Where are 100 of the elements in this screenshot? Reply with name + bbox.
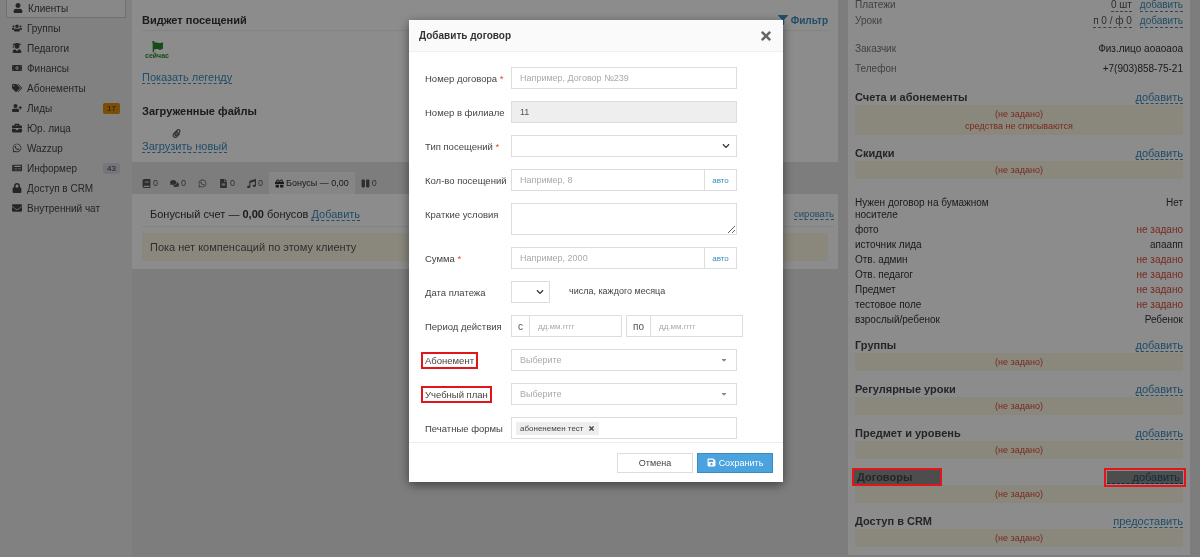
add-link[interactable]: предоставить <box>1113 514 1183 528</box>
sidebar-item[interactable]: Юр. лица <box>6 118 126 138</box>
field-label: Предмет <box>855 283 896 296</box>
sidebar-item[interactable]: Педагоги <box>6 38 126 58</box>
field-label: Сумма * <box>425 253 462 264</box>
tab[interactable]: 0 <box>164 172 193 194</box>
add-link[interactable]: добавить <box>1135 338 1183 352</box>
auto-button[interactable]: авто <box>704 170 736 190</box>
field-label: Кол-во посещений <box>425 175 507 186</box>
day-select[interactable] <box>511 281 550 303</box>
field-label: взрослый/ребенок <box>855 313 940 326</box>
field-label: фото <box>855 223 879 236</box>
field-value: не задано <box>1136 253 1183 266</box>
chat-bubble-icon <box>12 143 22 153</box>
field-label: Отв. педагог <box>855 268 914 281</box>
tab[interactable]: 0 <box>354 172 383 194</box>
to-label: по <box>626 315 651 337</box>
sidebar-item[interactable]: Информер 43 <box>6 158 126 178</box>
tab[interactable]: 0 <box>136 172 164 194</box>
lock-icon <box>12 183 22 193</box>
upload-link[interactable]: Загрузить новый <box>142 140 228 153</box>
section-title: Группы <box>854 338 898 352</box>
sidebar-item[interactable]: Внутренний чат <box>6 198 126 218</box>
contact-label: Телефон <box>855 63 897 75</box>
tab[interactable]: 0 <box>241 172 270 194</box>
bonus-text: Бонусный счет — 0,00 бонусов Добавить <box>150 208 361 220</box>
date-input[interactable]: дд.мм.гггг <box>651 315 743 337</box>
graduate-icon <box>12 43 22 53</box>
section-title: Доступ в CRM <box>854 514 933 528</box>
field-label: Тип посещений * <box>425 141 500 152</box>
sidebar-item[interactable]: Лиды 17 <box>6 98 126 118</box>
field-value: Ребенок <box>1144 313 1183 326</box>
add-link[interactable]: добавить <box>1135 146 1183 160</box>
empty-notice: (не задано) средства не списываются <box>855 105 1183 135</box>
section-title: Виджет посещений <box>142 14 247 26</box>
stat-label: Уроки <box>855 14 882 27</box>
sidebar-item[interactable]: Доступ в CRM <box>6 178 126 198</box>
add-link[interactable]: добавить <box>1139 14 1183 28</box>
cancel-button[interactable]: Отмена <box>617 452 693 473</box>
user-icon <box>13 3 23 13</box>
add-link[interactable]: добавить <box>1135 382 1183 396</box>
input-field[interactable]: Например, 8 авто <box>511 169 737 191</box>
add-link[interactable]: добавить <box>1135 90 1183 104</box>
section-title: Регулярные уроки <box>854 382 957 396</box>
close-icon[interactable] <box>759 28 773 43</box>
empty-notice: (не задано) <box>855 353 1183 371</box>
sidebar-item[interactable]: Wazzup <box>6 138 126 158</box>
sidebar-item[interactable]: Группы <box>6 18 126 38</box>
comments-icon <box>170 178 179 188</box>
tab[interactable]: Бонусы — 0,00 <box>269 172 355 194</box>
modal-title: Добавить договор <box>419 30 512 41</box>
empty-notice: (не задано) <box>855 529 1183 547</box>
save-button[interactable]: Сохранить <box>697 452 773 473</box>
sidebar-item[interactable]: Абонементы <box>6 78 126 98</box>
money-icon <box>12 63 22 73</box>
field-value: не задано <box>1136 283 1183 296</box>
briefcase-icon <box>12 123 22 133</box>
field-value: Нет <box>1165 196 1183 209</box>
select-field[interactable] <box>511 135 737 157</box>
caret-down-icon <box>720 356 728 364</box>
from-label: с <box>511 315 530 337</box>
sidebar-item[interactable]: Клиенты <box>6 0 126 18</box>
textarea-field[interactable] <box>511 203 737 235</box>
tab[interactable]: 0 <box>213 172 242 194</box>
stat-value[interactable]: 0 шт <box>1110 0 1132 12</box>
remove-icon[interactable] <box>587 424 595 432</box>
select-field[interactable]: Выберите <box>511 383 737 405</box>
field-label: Печатные формы <box>425 423 503 434</box>
sidebar-item[interactable]: Финансы <box>6 58 126 78</box>
tag-chip[interactable]: абоненемен тест <box>516 421 599 435</box>
field-label: Учебный план <box>421 386 492 403</box>
auto-button[interactable]: авто <box>704 248 736 268</box>
music-icon <box>247 178 257 188</box>
chevron-down-icon <box>722 142 730 150</box>
add-link[interactable]: добавить <box>1135 426 1183 440</box>
newspaper-icon <box>12 163 22 173</box>
stat-value[interactable]: п 0 / ф 0 <box>1093 14 1132 28</box>
file-icon <box>219 178 229 188</box>
date-input[interactable]: дд.мм.гггг <box>530 315 622 337</box>
user-plus-icon <box>12 103 22 113</box>
add-link[interactable]: добавить <box>1139 0 1183 12</box>
input-field[interactable]: Например, 2000 авто <box>511 247 737 269</box>
section-title: Скидки <box>854 146 896 160</box>
legend-link[interactable]: Показать легенду <box>142 71 233 84</box>
field-label: Номер договора * <box>425 73 504 84</box>
field-value: не задано <box>1136 223 1183 236</box>
field-value: не задано <box>1136 298 1183 311</box>
readonly-input[interactable]: 11 <box>511 101 737 123</box>
field-label: тестовое поле <box>855 298 922 311</box>
select-field[interactable]: Выберите <box>511 349 737 371</box>
chevron-down-icon <box>536 288 544 296</box>
caret-down-icon <box>720 390 728 398</box>
field-label: Дата платежа <box>425 287 486 298</box>
paperclip-icon <box>172 129 181 138</box>
tags-field[interactable]: абоненемен тест <box>511 417 737 439</box>
gift-icon <box>275 178 285 188</box>
text-input[interactable]: Например, Договор №239 <box>511 67 737 89</box>
action-link[interactable]: сировать <box>794 208 834 220</box>
empty-notice: (не задано) <box>855 161 1183 179</box>
section-title: Загруженные файлы <box>142 105 257 117</box>
